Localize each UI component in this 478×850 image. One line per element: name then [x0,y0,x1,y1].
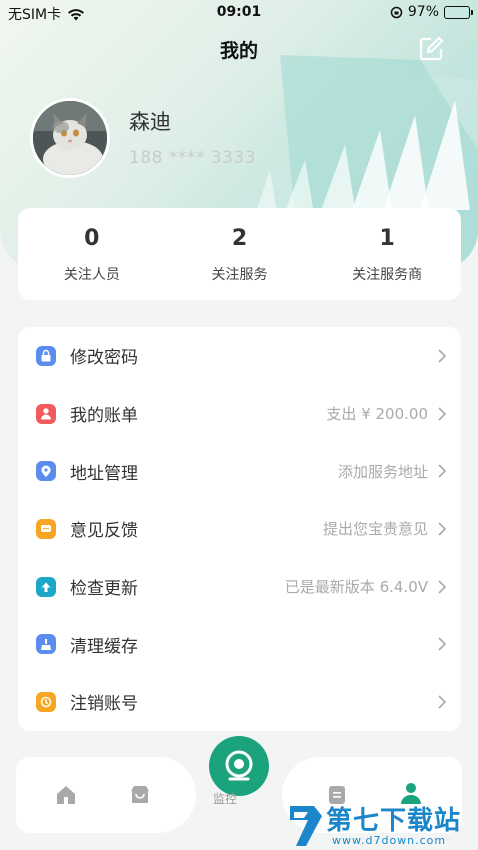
stat-label: 关注人员 [63,267,120,283]
edit-icon[interactable] [418,36,444,62]
battery-percent: 97% [407,4,439,20]
menu-item-feedback[interactable]: 意见反馈 提出您宝贵意见 [18,500,461,558]
chevron-right-icon [438,349,447,363]
user-icon [36,403,56,424]
status-right: 97% [390,4,473,20]
menu-item-change-password[interactable]: 修改密码 [18,327,461,385]
monitor-button[interactable] [209,736,269,796]
menu-value: 已是最新版本 6.4.0V [284,578,428,597]
menu-item-check-update[interactable]: 检查更新 已是最新版本 6.4.0V [18,558,461,616]
stat-value: 0 [84,226,100,251]
user-name: 森迪 [129,110,171,134]
watermark: 第七下载站 www.d7down.com [286,800,478,850]
stat-following-providers[interactable]: 1 关注服务商 [313,208,461,300]
stat-following-services[interactable]: 2 关注服务 [166,208,314,300]
chevron-right-icon [438,522,447,536]
menu-value: 添加服务地址 [337,462,428,481]
orientation-lock-icon [390,6,403,18]
stat-label: 关注服务商 [352,267,423,283]
stat-label: 关注服务 [211,267,268,283]
menu-value: 提出您宝贵意见 [322,520,428,539]
page-title: 我的 [219,40,258,62]
chevron-right-icon [438,406,447,421]
avatar[interactable] [30,98,110,178]
menu-label: 修改密码 [70,348,138,369]
menu-label: 注销账号 [70,694,138,715]
chevron-right-icon [438,464,447,478]
camera-icon [225,750,253,781]
watermark-url: www.d7down.com [332,834,447,847]
menu-value: 支出 ¥ 200.00 [326,405,428,424]
monitor-label: 监控 [213,792,238,806]
watermark-logo-icon [290,806,322,846]
broom-icon [36,634,56,655]
chat-icon [36,518,56,539]
menu-item-address-management[interactable]: 地址管理 添加服务地址 [18,442,461,500]
watermark-title: 第七下载站 [326,806,462,836]
location-icon [36,461,56,482]
lock-icon [36,345,56,366]
menu-item-my-bills[interactable]: 我的账单 支出 ¥ 200.00 [18,385,461,443]
menu-item-delete-account[interactable]: 注销账号 [18,673,461,731]
stat-value: 1 [379,226,395,251]
stat-value: 2 [231,226,248,251]
upload-icon [36,576,56,597]
stat-following-people[interactable]: 0 关注人员 [18,208,166,300]
chevron-right-icon [438,637,447,651]
status-bar: 无SIM卡 09:01 97% [0,0,478,26]
menu-item-clear-cache[interactable]: 清理缓存 [18,615,461,673]
power-icon [36,691,56,712]
menu-label: 我的账单 [70,406,138,427]
menu-label: 意见反馈 [70,521,138,542]
chevron-right-icon [438,695,447,709]
cat-photo [33,101,107,175]
menu-label: 检查更新 [70,579,138,600]
menu-label: 地址管理 [70,463,138,484]
menu-label: 清理缓存 [70,636,138,657]
chevron-right-icon [438,580,447,594]
tabbar-left [16,757,196,833]
stats-card: 0 关注人员 2 关注服务 1 关注服务商 [18,208,461,300]
user-phone: 188 **** 3333 [129,148,257,168]
battery-icon [444,5,473,19]
home-icon[interactable] [54,783,78,807]
shop-icon[interactable] [128,783,152,807]
menu-card: 修改密码 我的账单 支出 ¥ 200.00 地址管理 添加服务地址 意见反馈 提… [18,327,461,731]
